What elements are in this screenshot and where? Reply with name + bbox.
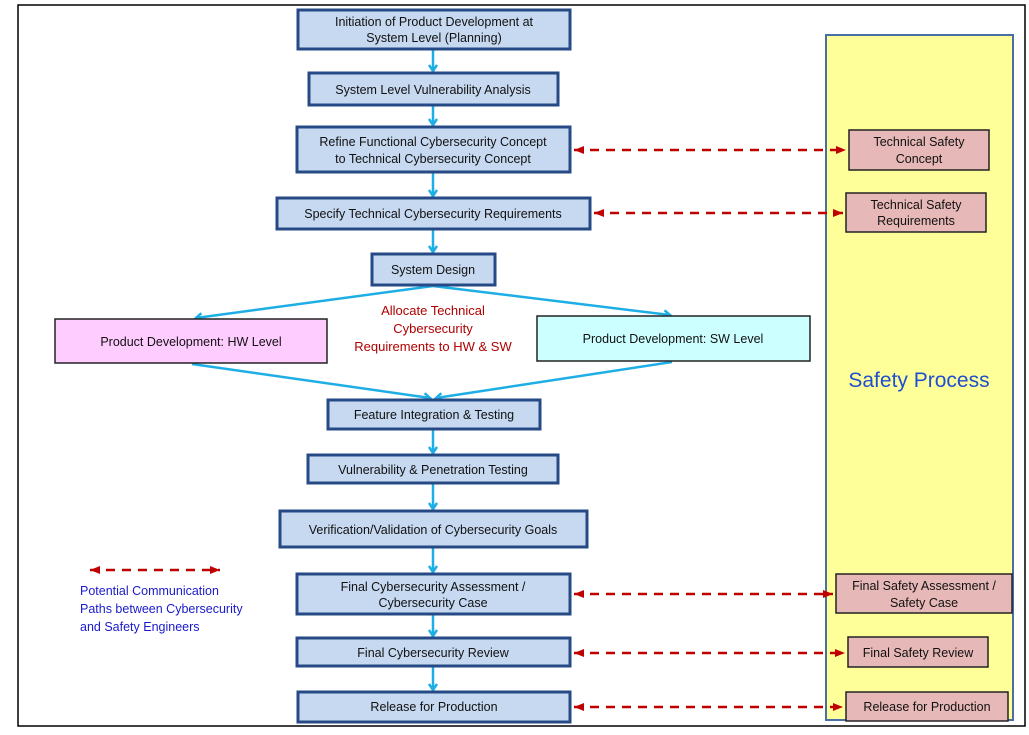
flow-arrow <box>436 360 673 398</box>
label: Paths between Cybersecurity <box>80 602 243 616</box>
step-specify-requirements: Specify Technical Cybersecurity Requirem… <box>275 196 592 231</box>
step-initiation: Initiation of Product Development at Sys… <box>296 8 572 51</box>
label: Vulnerability & Penetration Testing <box>338 463 528 477</box>
label: System Design <box>391 263 475 277</box>
label: Product Development: HW Level <box>100 335 281 349</box>
label: Final Safety Review <box>863 646 974 660</box>
step-refine-concept: Refine Functional Cybersecurity Concept … <box>295 125 572 174</box>
label: Verification/Validation of Cybersecurity… <box>309 523 558 537</box>
label: Refine Functional Cybersecurity Concept <box>319 135 547 149</box>
step-hw-level: Product Development: HW Level <box>54 318 328 364</box>
communication-arrows <box>574 146 846 711</box>
flow-arrow <box>191 362 430 398</box>
step-final-assessment: Final Cybersecurity Assessment / Cyberse… <box>295 572 572 616</box>
label: to Technical Cybersecurity Concept <box>335 152 531 166</box>
safety-final-assessment: Final Safety Assessment / Safety Case <box>835 573 1013 614</box>
safety-release: Release for Production <box>845 691 1009 722</box>
label: Final Cybersecurity Assessment / <box>341 580 526 594</box>
label: Release for Production <box>370 700 497 714</box>
safety-final-review: Final Safety Review <box>847 636 989 668</box>
label: Technical Safety <box>870 198 962 212</box>
label: Potential Communication <box>80 584 219 598</box>
label: Final Safety Assessment / <box>852 579 996 593</box>
safety-technical-concept: Technical Safety Concept <box>848 129 990 171</box>
allocate-note: Allocate Technical Cybersecurity Require… <box>354 303 512 354</box>
step-vulnerability-analysis: System Level Vulnerability Analysis <box>307 71 560 107</box>
label: Requirements to HW & SW <box>354 339 512 354</box>
step-feature-integration: Feature Integration & Testing <box>326 398 542 431</box>
step-final-review: Final Cybersecurity Review <box>295 636 572 668</box>
label: Release for Production <box>863 700 990 714</box>
label: System Level Vulnerability Analysis <box>335 83 530 97</box>
label: Technical Safety <box>873 135 965 149</box>
cybersecurity-safety-process-diagram: Safety Process Initiation of Product Dev… <box>17 4 1026 727</box>
label: System Level (Planning) <box>366 31 501 45</box>
label: Product Development: SW Level <box>583 332 764 346</box>
label: Final Cybersecurity Review <box>357 646 509 660</box>
step-system-design: System Design <box>370 252 497 287</box>
label: Cybersecurity <box>393 321 473 336</box>
step-verification: Verification/Validation of Cybersecurity… <box>278 509 589 549</box>
label: Feature Integration & Testing <box>354 408 514 422</box>
label: Safety Case <box>890 596 958 610</box>
legend: Potential Communication Paths between Cy… <box>80 566 243 634</box>
safety-technical-requirements: Technical Safety Requirements <box>845 192 987 233</box>
label: Requirements <box>877 214 955 228</box>
label: Initiation of Product Development at <box>335 15 534 29</box>
step-penetration-testing: Vulnerability & Penetration Testing <box>306 453 560 485</box>
step-sw-level: Product Development: SW Level <box>536 315 811 362</box>
label: Allocate Technical <box>381 303 485 318</box>
safety-process-title: Safety Process <box>848 369 989 392</box>
label: Cybersecurity Case <box>378 596 487 610</box>
label: and Safety Engineers <box>80 620 200 634</box>
step-release: Release for Production <box>296 690 572 724</box>
label: Specify Technical Cybersecurity Requirem… <box>304 207 562 221</box>
label: Concept <box>896 152 943 166</box>
